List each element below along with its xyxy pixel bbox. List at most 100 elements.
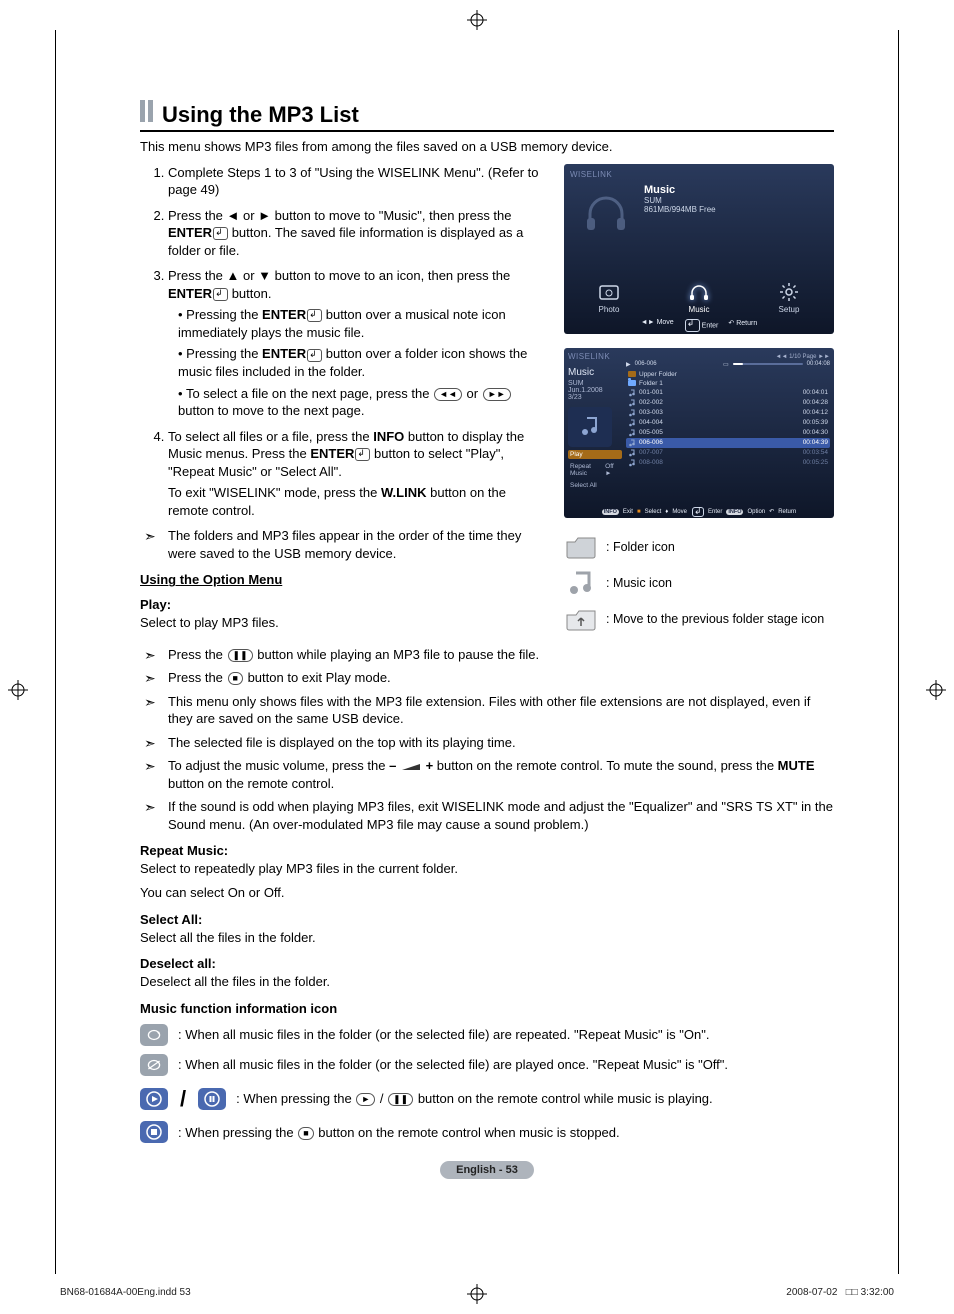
- hint-enter: Enter: [684, 319, 719, 332]
- tab-setup[interactable]: Setup: [759, 281, 819, 314]
- margin-line-right: [898, 30, 899, 1274]
- func-desc: : When all music files in the folder (or…: [178, 1026, 709, 1044]
- wiselink-screen-list: WISELINK Music SUM Jun.1.2008 3/23 Play …: [564, 348, 834, 518]
- list-item[interactable]: 008-00800:05:25: [626, 458, 830, 468]
- pause-state-icon: [198, 1088, 226, 1110]
- folder-icon: [564, 532, 598, 562]
- registration-mark-icon: [926, 680, 946, 700]
- progress-bar: [733, 363, 803, 365]
- page-footer-pill: English - 53: [140, 1161, 834, 1179]
- info-pill: INFO: [602, 509, 619, 515]
- option-play[interactable]: Play: [568, 450, 622, 459]
- step-1: Complete Steps 1 to 3 of "Using the WISE…: [168, 164, 548, 199]
- divider-slash: /: [180, 1084, 186, 1114]
- play-label: Play:: [140, 597, 548, 612]
- step-4: To select all files or a file, press the…: [168, 428, 548, 520]
- print-footer: BN68-01684A-00Eng.indd 53 2008-07-02 □□ …: [60, 1287, 894, 1298]
- note-line: To adjust the music volume, press the – …: [140, 757, 834, 792]
- up-folder-icon: [564, 604, 598, 634]
- tab-music[interactable]: Music: [669, 281, 729, 314]
- step-3-bullet: Pressing the ENTER button over a folder …: [178, 345, 548, 380]
- music-note-icon: [628, 439, 636, 447]
- play-desc: Select to play MP3 files.: [140, 614, 548, 632]
- music-note-icon: [564, 568, 598, 598]
- option-heading: Using the Option Menu: [140, 572, 548, 587]
- hint-move: ◄► Move: [641, 319, 674, 332]
- music-note-icon: [628, 429, 636, 437]
- enter-icon: [307, 349, 322, 362]
- list-item[interactable]: 001-00100:04:01: [626, 388, 830, 398]
- rewind-button-icon: ◄◄: [434, 388, 462, 401]
- gear-icon: [778, 281, 800, 303]
- note-line: The selected file is displayed on the to…: [140, 734, 834, 752]
- list-item[interactable]: 003-00300:04:12: [626, 408, 830, 418]
- func-desc: : When pressing the ► / ❚❚ button on the…: [236, 1090, 713, 1108]
- headphones-icon: [582, 190, 630, 238]
- registration-mark-icon: [467, 10, 487, 30]
- enter-icon: [307, 309, 322, 322]
- music-title: Music: [644, 184, 716, 196]
- selectall-label: Select All:: [140, 912, 834, 927]
- stop-button-icon: ■: [228, 672, 243, 685]
- note-line: Press the ❚❚ button while playing an MP3…: [140, 646, 834, 664]
- music-note-icon: [628, 399, 636, 407]
- list-item[interactable]: 007-00700:03:54: [626, 448, 830, 458]
- folder-icon: [628, 380, 636, 386]
- intro-text: This menu shows MP3 files from among the…: [140, 138, 834, 156]
- tab-photo[interactable]: Photo: [579, 281, 639, 314]
- step-2: Press the ◄ or ► button to move to "Musi…: [168, 207, 548, 260]
- title-bars-icon: [140, 100, 156, 122]
- legend: : Folder icon : Music icon : Move to the…: [564, 532, 834, 634]
- pause-button-icon: ❚❚: [388, 1093, 413, 1106]
- option-repeat[interactable]: Repeat MusicOff ►: [568, 462, 622, 478]
- music-note-icon: [628, 409, 636, 417]
- hint-return: ↶ Return: [728, 319, 757, 332]
- enter-icon: [355, 448, 370, 461]
- wiselink-screen-main: WISELINK Music SUM 861MB/994MB Free: [564, 164, 834, 334]
- list-item[interactable]: 002-00200:04:28: [626, 398, 830, 408]
- music-note-icon: [628, 419, 636, 427]
- note-line: This menu only shows files with the MP3 …: [140, 693, 834, 728]
- steps-list: Complete Steps 1 to 3 of "Using the WISE…: [140, 164, 548, 520]
- list-item[interactable]: 006-00600:04:39: [626, 438, 830, 448]
- list-item[interactable]: Upper Folder: [626, 370, 830, 379]
- margin-line-left: [55, 30, 56, 1274]
- list-item[interactable]: Folder 1: [626, 379, 830, 388]
- stop-state-icon: [140, 1121, 168, 1143]
- page-title: Using the MP3 List: [162, 102, 359, 128]
- func-desc: : When all music files in the folder (or…: [178, 1056, 728, 1074]
- play-state-icon: [140, 1088, 168, 1110]
- registration-mark-icon: [8, 680, 28, 700]
- brand-label: WISELINK: [570, 170, 828, 179]
- option-selectall[interactable]: Select All: [568, 481, 622, 490]
- music-note-icon: [628, 459, 636, 467]
- pause-button-icon: ❚❚: [228, 649, 253, 662]
- stop-button-icon: ■: [298, 1127, 313, 1140]
- volume-wedge-icon: [402, 764, 420, 770]
- up-folder-icon: [628, 371, 636, 377]
- enter-icon: [213, 288, 228, 301]
- note-line: The folders and MP3 files appear in the …: [140, 527, 548, 562]
- list-item[interactable]: 004-00400:05:39: [626, 418, 830, 428]
- list-item[interactable]: 005-00500:04:30: [626, 428, 830, 438]
- func-heading: Music function information icon: [140, 1001, 834, 1016]
- repeat-label: Repeat Music:: [140, 843, 834, 858]
- music-note-icon: [568, 407, 612, 447]
- note-line: Press the ■ button to exit Play mode.: [140, 669, 834, 687]
- music-note-icon: [628, 449, 636, 457]
- enter-icon: [213, 227, 228, 240]
- play-button-icon: ►: [356, 1093, 375, 1106]
- repeat-on-icon: [140, 1024, 168, 1046]
- play-indicator-icon: ▶: [626, 361, 631, 368]
- step-3-bullet: Pressing the ENTER button over a musical…: [178, 306, 548, 341]
- music-label: Music: [568, 367, 622, 378]
- step-3: Press the ▲ or ▼ button to move to an ic…: [168, 267, 548, 419]
- repeat-off-icon: [140, 1054, 168, 1076]
- photo-icon: [598, 281, 620, 303]
- step-3-bullet: To select a file on the next page, press…: [178, 385, 548, 420]
- deselect-label: Deselect all:: [140, 956, 834, 971]
- func-desc: : When pressing the ■ button on the remo…: [178, 1124, 620, 1142]
- note-line: If the sound is odd when playing MP3 fil…: [140, 798, 834, 833]
- forward-button-icon: ►►: [483, 388, 511, 401]
- headphones-icon: [688, 281, 710, 303]
